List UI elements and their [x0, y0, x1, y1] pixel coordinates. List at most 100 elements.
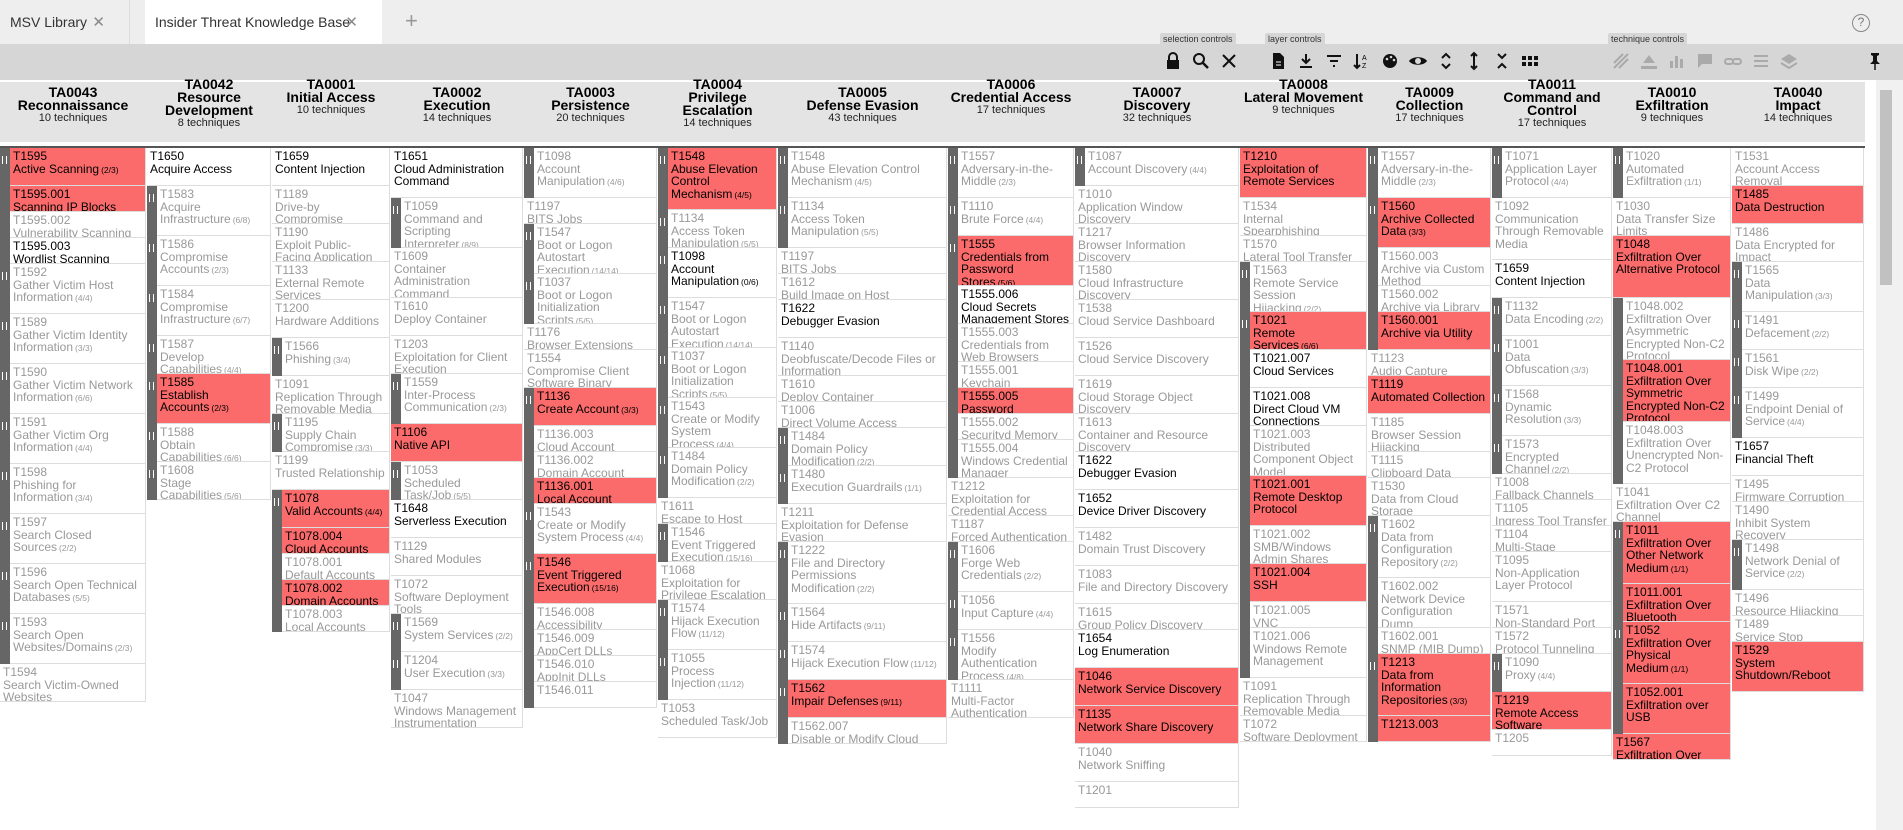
expand-subtechniques-handle[interactable]	[1075, 148, 1085, 186]
technique-cell[interactable]: T1491 Defacement (2/2)	[1742, 312, 1864, 350]
technique-cell[interactable]: T1134 Access Token Manipulation (5/5)	[788, 198, 947, 248]
technique-cell[interactable]: T1595.002 Vulnerability Scanning	[10, 212, 146, 238]
tactic-header[interactable]: TA0001 Initial Access 10 techniques	[272, 77, 390, 117]
technique-cell[interactable]: T1021.004 SSH	[1250, 564, 1367, 602]
technique-cell[interactable]: T1652 Device Driver Discovery	[1075, 490, 1239, 528]
sort-icon[interactable]: AZ	[1349, 48, 1375, 74]
expand-subtechniques-handle[interactable]	[658, 248, 668, 298]
technique-cell[interactable]: T1562.007 Disable or Modify Cloud	[788, 718, 947, 744]
color-setup-icon[interactable]	[1377, 48, 1403, 74]
technique-cell[interactable]: T1543 Create or Modify System Process (4/4…	[534, 504, 657, 554]
technique-cell[interactable]: T1078.001 Default Accounts	[282, 554, 390, 580]
technique-cell[interactable]: T1572 Protocol Tunneling	[1492, 628, 1612, 654]
technique-cell[interactable]: T1203 Exploitation for Client Execution	[391, 336, 523, 374]
technique-cell[interactable]: T1140 Deobfuscate/Decode Files or Informa…	[778, 338, 947, 376]
technique-cell[interactable]: T1132 Data Encoding (2/2)	[1502, 298, 1612, 336]
technique-cell[interactable]: T1021.006 Windows Remote Management	[1250, 628, 1367, 678]
expand-subtechniques-handle[interactable]	[1368, 148, 1378, 198]
technique-cell[interactable]: T1609 Container Administration Command	[391, 248, 523, 298]
technique-cell[interactable]: T1011.001 Exfiltration Over Bluetooth	[1623, 584, 1731, 622]
expand-subtechniques-handle[interactable]	[0, 614, 10, 664]
technique-cell[interactable]: T1546 Event Triggered Execution (15/16)	[534, 554, 657, 604]
technique-cell[interactable]: T1052 Exfiltration Over Physical Medium (1…	[1623, 622, 1731, 684]
technique-cell[interactable]: T1622 Debugger Evasion	[1075, 452, 1239, 490]
technique-cell[interactable]: T1593 Search Open Websites/Domains (2/3)	[10, 614, 146, 664]
technique-cell[interactable]: T1021.002 SMB/Windows Admin Shares	[1250, 526, 1367, 564]
technique-cell[interactable]: T1496 Resource Hijacking	[1732, 590, 1864, 616]
expand-subtechniques-handle[interactable]	[1492, 386, 1502, 436]
technique-cell[interactable]: T1197 BITS Jobs	[778, 248, 947, 274]
technique-cell[interactable]: T1129 Shared Modules	[391, 538, 523, 576]
technique-cell[interactable]: T1595.003 Wordlist Scanning	[10, 238, 146, 264]
expand-subtechniques-handle[interactable]	[147, 462, 157, 500]
technique-cell[interactable]: T1078.002 Domain Accounts	[282, 580, 390, 606]
expand-subtechniques-handle[interactable]	[147, 374, 157, 424]
technique-cell[interactable]: T1529 System Shutdown/Reboot	[1732, 642, 1864, 692]
expand-subtechniques-handle[interactable]	[658, 148, 668, 210]
expand-subtechniques-handle[interactable]	[391, 652, 401, 690]
expand-subtechniques-handle[interactable]	[0, 314, 10, 364]
tactic-header[interactable]: TA0002 Execution 14 techniques	[391, 85, 523, 125]
expand-subtechniques-handle[interactable]	[1732, 540, 1742, 590]
expand-subtechniques-handle[interactable]	[147, 186, 157, 236]
tactic-header[interactable]: TA0003 Persistence 20 techniques	[524, 85, 657, 125]
technique-cell[interactable]: T1176 Browser Extensions	[524, 324, 657, 350]
tab-msv-library[interactable]: MSV Library ✕	[0, 0, 130, 44]
expand-subtechniques-handle[interactable]	[948, 592, 958, 630]
technique-cell[interactable]: T1498 Network Denial of Service (2/2)	[1742, 540, 1864, 590]
technique-cell[interactable]: T1610 Deploy Container	[391, 298, 523, 336]
technique-cell[interactable]: T1201	[1075, 782, 1239, 808]
technique-cell[interactable]: T1110 Brute Force (4/4)	[958, 198, 1074, 236]
close-icon[interactable]: ✕	[92, 13, 105, 31]
technique-cell[interactable]: T1205	[1492, 730, 1612, 756]
technique-cell[interactable]: T1596 Search Open Technical Databases (5/5…	[10, 564, 146, 614]
expand-subtechniques-handle[interactable]	[658, 600, 668, 650]
technique-cell[interactable]: T1560.001 Archive via Utility	[1378, 312, 1491, 350]
technique-cell[interactable]: T1056 Input Capture (4/4)	[958, 592, 1074, 630]
technique-cell[interactable]: T1562 Impair Defenses (9/11)	[788, 680, 947, 718]
tactic-header[interactable]: TA0009 Collection 17 techniques	[1368, 85, 1491, 125]
technique-cell[interactable]: T1021.007 Cloud Services	[1250, 350, 1367, 388]
technique-cell[interactable]: T1556 Modify Authentication Process (4/8)	[958, 630, 1074, 680]
technique-cell[interactable]: T1095 Non-Application Layer Protocol	[1492, 552, 1612, 602]
technique-cell[interactable]: T1657 Financial Theft	[1732, 438, 1864, 476]
layer-info-icon[interactable]	[1265, 48, 1291, 74]
lock-icon[interactable]	[1160, 48, 1186, 74]
technique-cell[interactable]: T1499 Endpoint Denial of Service (4/4)	[1742, 388, 1864, 438]
expand-subtechniques-handle[interactable]	[147, 336, 157, 374]
technique-cell[interactable]: T1136 Create Account (3/3)	[534, 388, 657, 426]
expand-subtechniques-handle[interactable]	[1240, 312, 1250, 350]
expand-subtechniques-handle[interactable]	[391, 462, 401, 500]
technique-cell[interactable]: T1598 Phishing for Information (3/4)	[10, 464, 146, 514]
expand-subtechniques-handle[interactable]	[0, 464, 10, 514]
technique-cell[interactable]: T1187 Forced Authentication	[948, 516, 1074, 542]
tactic-header[interactable]: TA0008 Lateral Movement 9 techniques	[1240, 77, 1367, 117]
expand-subtechniques-handle[interactable]	[778, 604, 788, 642]
expand-subtechniques-handle[interactable]	[524, 504, 534, 554]
technique-cell[interactable]: T1574 Hijack Execution Flow (11/12)	[788, 642, 947, 680]
expand-subtechniques-icon[interactable]	[1433, 48, 1459, 74]
tactic-header[interactable]: TA0040 Impact 14 techniques	[1732, 85, 1864, 125]
technique-cell[interactable]: T1659 Content Injection	[272, 148, 390, 186]
technique-cell[interactable]: T1104Multi-Stage Channels	[1492, 526, 1612, 552]
technique-cell[interactable]: T1091 Replication Through Removable Media	[272, 376, 390, 414]
technique-cell[interactable]: T1106 Native API	[391, 424, 523, 462]
technique-cell[interactable]: T1555.005Password Managers	[958, 388, 1074, 414]
scrollbar-thumb[interactable]	[1880, 90, 1892, 285]
technique-cell[interactable]: T1557 Adversary-in-the-Middle (2/3)	[1378, 148, 1491, 198]
technique-cell[interactable]: T1133 External Remote Services	[272, 262, 390, 300]
technique-cell[interactable]: T1546.008Accessibility Features	[534, 604, 657, 630]
technique-cell[interactable]: T1606 Forge Web Credentials (2/2)	[958, 542, 1074, 592]
close-icon[interactable]: ✕	[345, 13, 358, 31]
expand-subtechniques-handle[interactable]	[778, 642, 788, 680]
technique-cell[interactable]: T1595 Active Scanning (2/3)	[10, 148, 146, 186]
technique-cell[interactable]: T1555 Credentials from Password Stores (5/…	[958, 236, 1074, 286]
technique-cell[interactable]: T1546.010 AppInit DLLs	[534, 656, 657, 682]
technique-cell[interactable]: T1622 Debugger Evasion	[778, 300, 947, 338]
technique-cell[interactable]: T1602.002 Network Device Configuration Du…	[1378, 578, 1491, 628]
technique-cell[interactable]: T1083 File and Directory Discovery	[1075, 566, 1239, 604]
technique-cell[interactable]: T1495 Firmware Corruption	[1732, 476, 1864, 502]
technique-cell[interactable]: T1052.001 Exfiltration over USB	[1623, 684, 1731, 734]
expand-subtechniques-handle[interactable]	[524, 224, 534, 274]
expand-subtechniques-handle[interactable]	[391, 614, 401, 652]
